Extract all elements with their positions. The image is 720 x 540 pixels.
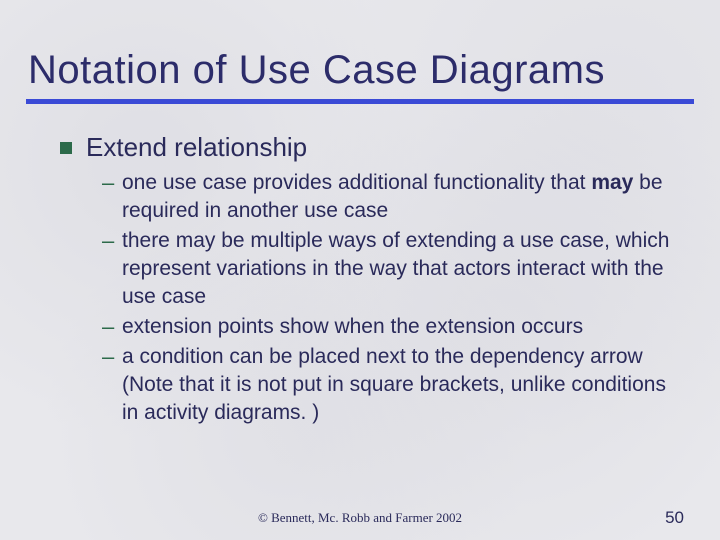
- list-item: – there may be multiple ways of extendin…: [102, 227, 676, 311]
- sub-bullet-text: a condition can be placed next to the de…: [122, 343, 676, 427]
- dash-icon: –: [102, 169, 122, 197]
- page-number: 50: [665, 508, 684, 528]
- list-item: – a condition can be placed next to the …: [102, 343, 676, 427]
- copyright-footer: © Bennett, Mc. Robb and Farmer 2002: [0, 510, 720, 526]
- dash-icon: –: [102, 227, 122, 255]
- sub-bullet-text: there may be multiple ways of extending …: [122, 227, 676, 311]
- sub-bullet-list: – one use case provides additional funct…: [60, 169, 684, 427]
- sub-bullet-text: one use case provides additional functio…: [122, 169, 676, 225]
- list-item: – extension points show when the extensi…: [102, 313, 676, 341]
- dash-icon: –: [102, 343, 122, 371]
- content-area: Extend relationship – one use case provi…: [0, 104, 720, 427]
- slide-title: Notation of Use Case Diagrams: [0, 0, 720, 93]
- list-item: – one use case provides additional funct…: [102, 169, 676, 225]
- square-bullet-icon: [60, 142, 72, 154]
- main-bullet-row: Extend relationship: [60, 132, 684, 163]
- sub-bullet-text: extension points show when the extension…: [122, 313, 583, 341]
- main-bullet-text: Extend relationship: [86, 132, 307, 163]
- dash-icon: –: [102, 313, 122, 341]
